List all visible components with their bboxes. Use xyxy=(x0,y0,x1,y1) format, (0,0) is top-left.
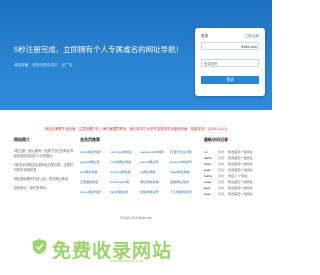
recommend-link[interactable]: xg网址导航 xyxy=(140,169,168,174)
hero-links: 网址收藏 网站分类自定义 无广告 xyxy=(14,63,75,68)
about-paragraph: 找到就记，我们来帮你。 xyxy=(14,186,50,190)
recommend-link[interactable]: YJC的网址导航 xyxy=(110,159,138,164)
about-title: 网站简介 xyxy=(14,137,30,142)
about-paragraph: 5秒注册，随心拥有一张属于自己的网址导航页面支持自定义分类网址 xyxy=(14,149,74,158)
about-paragraph: 网址保存随时在线上阅，首页随心即用 xyxy=(14,177,69,181)
login-button[interactable]: 登录 xyxy=(201,76,259,84)
notice-banner: 网站已满载于该页面，注意设置只在上海与管理员联系，我们将尽力为您开发更多的功能和… xyxy=(44,127,228,131)
recommend-title: 会员页推荐 xyxy=(80,137,100,142)
recommend-link[interactable]: 网址导航系统 xyxy=(140,179,168,184)
watermark-subtext: mianfeishoulu.com xyxy=(110,258,144,263)
footer-copyright: ©2008-2016 5z5d.com xyxy=(119,216,153,220)
recommend-link[interactable]: melingyu的网址 xyxy=(110,149,138,154)
latest-row: slow 刚刚 修改首页个性网址 xyxy=(204,191,266,197)
about-paragraph: 5秒完全可随意定制网址分类目录，无需任何软件设置标签 xyxy=(14,163,74,172)
latest-section: 最新访问记录 nn 刚刚 修改首页个性网址 alpha 刚刚 修改首页个性网址 devi… xyxy=(204,137,266,197)
recommend-link[interactable]: 个人导航网址导 xyxy=(170,189,198,194)
hero-title: 5秒注册完成，立即拥有个人专属或名的网址导航！ xyxy=(14,45,184,54)
latest-title: 最新访问记录 xyxy=(204,137,228,142)
recommend-link[interactable]: ggrefoli网址导 xyxy=(80,159,108,164)
recommend-section: 会员页推荐 sunlin网址导航 melingyu的网址 gagajiang19… xyxy=(80,137,198,194)
recommend-link[interactable]: aaaw网址导航 xyxy=(170,169,198,174)
shield-icon xyxy=(32,238,47,255)
hero-link-no-ads[interactable]: 无广告 xyxy=(62,63,73,67)
recommend-link[interactable]: 王春爱的网址 xyxy=(80,179,108,184)
login-box: 登录 立即注册 .5z5d.com 登录密码 登录 xyxy=(195,28,265,96)
recommend-link[interactable]: wenbing网址导 xyxy=(110,169,138,174)
recommend-link[interactable]: xinzhengde网 xyxy=(110,179,138,184)
recommend-link[interactable]: 石瀑艺术设计网 xyxy=(170,149,198,154)
action-text: 修改首页个性网址 xyxy=(228,192,253,196)
hero-link-favorites[interactable]: 网址收藏 xyxy=(14,63,28,67)
recommend-link[interactable]: jason123网址导 xyxy=(170,159,198,164)
password-field[interactable]: 登录密码 xyxy=(201,59,259,67)
login-label: 登录 xyxy=(201,34,209,38)
username-field[interactable]: .5z5d.com xyxy=(201,42,259,50)
about-section: 网站简介 5秒注册，随心拥有一张属于自己的网址导航页面支持自定义分类网址 5秒完… xyxy=(14,137,74,195)
recommend-link[interactable]: ftldy的网址导 xyxy=(110,189,138,194)
domain-suffix: .5z5d.com xyxy=(240,45,257,49)
recommend-link[interactable]: gagajiang1986网 xyxy=(140,149,168,154)
time-label: 刚刚 xyxy=(218,192,225,196)
user-link[interactable]: slow xyxy=(204,191,218,197)
hero-banner: 5秒注册完成，立即拥有个人专属或名的网址导航！ 网址收藏 网站分类自定义 无广告… xyxy=(0,0,272,110)
recommend-link[interactable]: sunlin网址导航 xyxy=(80,149,108,154)
hero-link-categories[interactable]: 网站分类自定义 xyxy=(32,63,57,67)
recommend-link[interactable]: lwsl网址导航 xyxy=(80,169,108,174)
recommend-link[interactable]: 奶奶的网址导 xyxy=(140,189,168,194)
recommend-link[interactable]: 追旗网址导航 xyxy=(170,179,198,184)
recommend-link[interactable]: learnyl网址导 xyxy=(140,159,168,164)
recommend-grid: sunlin网址导航 melingyu的网址 gagajiang1986网 石瀑… xyxy=(80,149,198,194)
recommend-link[interactable]: jinyue网址导航 xyxy=(80,189,108,194)
register-link[interactable]: 立即注册 xyxy=(245,34,259,39)
